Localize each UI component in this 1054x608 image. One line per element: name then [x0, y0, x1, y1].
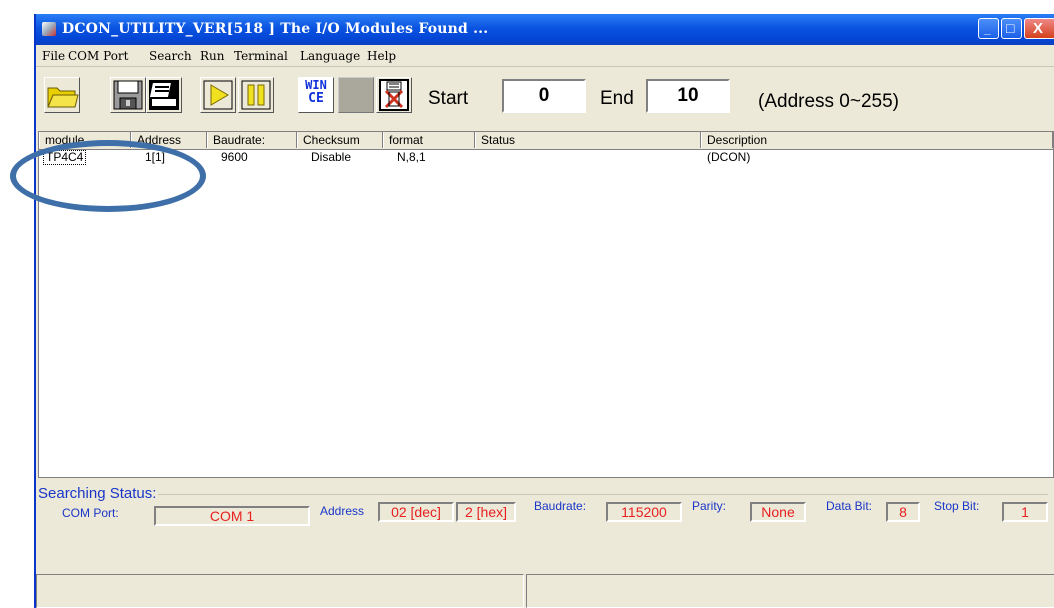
column-checksum[interactable]: Checksum — [297, 132, 383, 148]
exit-button[interactable] — [376, 77, 412, 113]
address-hex-value: 2 [hex] — [456, 502, 516, 522]
baudrate-value: 115200 — [606, 502, 682, 522]
menu-bar: File COM Port Search Run Terminal Langua… — [36, 45, 1054, 67]
status-bar-panel-2 — [526, 574, 1054, 608]
status-bar — [36, 574, 1054, 608]
column-status[interactable]: Status — [475, 132, 701, 148]
menu-help[interactable]: Help — [367, 49, 396, 63]
menu-com-port[interactable]: COM Port — [68, 49, 129, 63]
end-address-input[interactable]: 10 — [646, 79, 730, 113]
folder-icon — [47, 87, 79, 108]
print-button[interactable] — [146, 77, 182, 113]
window-title: DCON_UTILITY_VER[518 ] The I/O Modules F… — [62, 21, 489, 37]
close-button[interactable]: X — [1024, 18, 1054, 39]
run-button[interactable] — [200, 77, 236, 113]
highlight-circle-annotation — [10, 140, 206, 212]
com-port-label: COM Port: — [62, 506, 119, 520]
app-window: DCON_UTILITY_VER[518 ] The I/O Modules F… — [34, 14, 1054, 608]
close-icon: X — [1033, 20, 1044, 37]
start-address-input[interactable]: 0 — [502, 79, 586, 113]
play-icon — [203, 80, 233, 110]
column-baudrate[interactable]: Baudrate: — [207, 132, 297, 148]
searching-status-title: Searching Status: — [38, 485, 159, 502]
pause-button[interactable] — [238, 77, 274, 113]
disabled-tool-button — [338, 77, 374, 113]
app-icon[interactable] — [42, 22, 56, 36]
column-format[interactable]: format — [383, 132, 475, 148]
status-bar-panel-1 — [36, 574, 524, 608]
cell-baudrate: 9600 — [221, 150, 248, 164]
baudrate-label: Baudrate: — [534, 499, 587, 513]
menu-search[interactable]: Search — [149, 49, 192, 63]
cell-checksum: Disable — [311, 150, 352, 164]
maximize-button[interactable]: □ — [1001, 18, 1022, 39]
printer-icon — [149, 80, 179, 110]
menu-terminal[interactable]: Terminal — [234, 49, 288, 63]
toolbar: WIN CE Start 0 End 10 (Address 0~255) — [36, 67, 1054, 131]
list-header: module Address Baudrate: Checksum format… — [39, 132, 1053, 150]
address-dec-value: 02 [dec] — [378, 502, 454, 522]
stop-bit-label: Stop Bit: — [934, 499, 980, 513]
column-description[interactable]: Description — [701, 132, 1053, 148]
wince-button[interactable]: WIN CE — [298, 77, 334, 113]
data-bit-value: 8 — [886, 502, 920, 522]
address-range-note: (Address 0~255) — [758, 91, 899, 112]
parity-label: Parity: — [692, 499, 727, 513]
com-port-value: COM 1 — [154, 506, 310, 526]
menu-file[interactable]: File — [42, 49, 65, 63]
address-label: Address — [320, 504, 365, 518]
group-divider — [108, 494, 1048, 495]
exit-icon — [379, 79, 409, 111]
minimize-button[interactable]: _ — [978, 18, 999, 39]
cell-description: (DCON) — [707, 150, 751, 164]
open-button[interactable] — [44, 77, 80, 113]
wince-icon: WIN CE — [301, 79, 331, 106]
searching-status-group: Searching Status: COM Port: COM 1 Addres… — [38, 484, 1054, 534]
menu-run[interactable]: Run — [200, 49, 225, 63]
floppy-disk-icon — [113, 80, 143, 110]
end-label: End — [600, 88, 634, 109]
stop-bit-value: 1 — [1002, 502, 1048, 522]
start-label: Start — [428, 88, 469, 109]
maximize-icon: □ — [1006, 20, 1015, 36]
menu-language[interactable]: Language — [300, 49, 360, 63]
pause-icon — [241, 80, 271, 110]
wince-label-bottom: CE — [308, 91, 324, 106]
save-button[interactable] — [110, 77, 146, 113]
cell-format: N,8,1 — [397, 150, 426, 164]
title-bar[interactable]: DCON_UTILITY_VER[518 ] The I/O Modules F… — [36, 14, 1054, 45]
data-bit-label: Data Bit: — [826, 499, 873, 513]
parity-value: None — [750, 502, 806, 522]
minimize-icon: _ — [984, 22, 991, 36]
